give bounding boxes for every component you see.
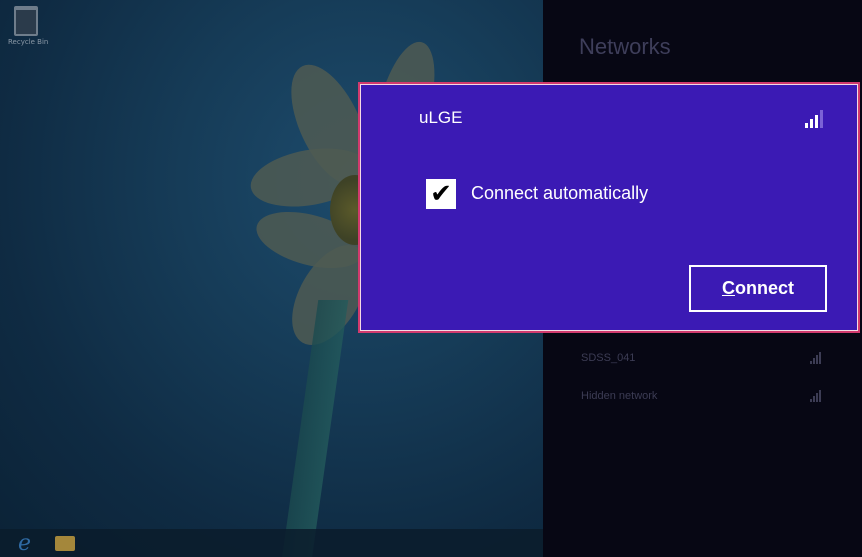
wifi-signal-icon: [810, 352, 821, 364]
recycle-bin-icon: [14, 6, 38, 36]
connect-automatically-checkbox[interactable]: ✔: [426, 179, 456, 209]
file-explorer-icon[interactable]: [55, 536, 75, 551]
wifi-signal-icon: [805, 110, 823, 128]
connect-accesskey: C: [721, 278, 735, 298]
panel-title: Networks: [579, 34, 671, 59]
selected-network-card: uLGE ✔ Connect automatically Connect: [358, 82, 860, 333]
connect-button[interactable]: Connect: [689, 265, 827, 312]
checkmark-icon: ✔: [430, 179, 452, 209]
network-item[interactable]: SDSS_041: [581, 352, 821, 364]
internet-explorer-icon[interactable]: e: [18, 531, 31, 556]
network-name: Hidden network: [581, 390, 658, 402]
recycle-bin-shortcut[interactable]: Recycle Bin: [8, 6, 49, 50]
taskbar: e: [0, 529, 543, 557]
recycle-bin-label: Recycle Bin: [8, 38, 49, 46]
connect-automatically-label[interactable]: Connect automatically: [471, 183, 648, 204]
connect-label-rest: onnect: [734, 278, 794, 298]
flower-stem: [281, 300, 349, 557]
network-name: SDSS_041: [581, 352, 636, 364]
network-name: uLGE: [419, 108, 463, 127]
network-item[interactable]: Hidden network: [581, 390, 821, 402]
wifi-signal-icon: [810, 390, 821, 402]
